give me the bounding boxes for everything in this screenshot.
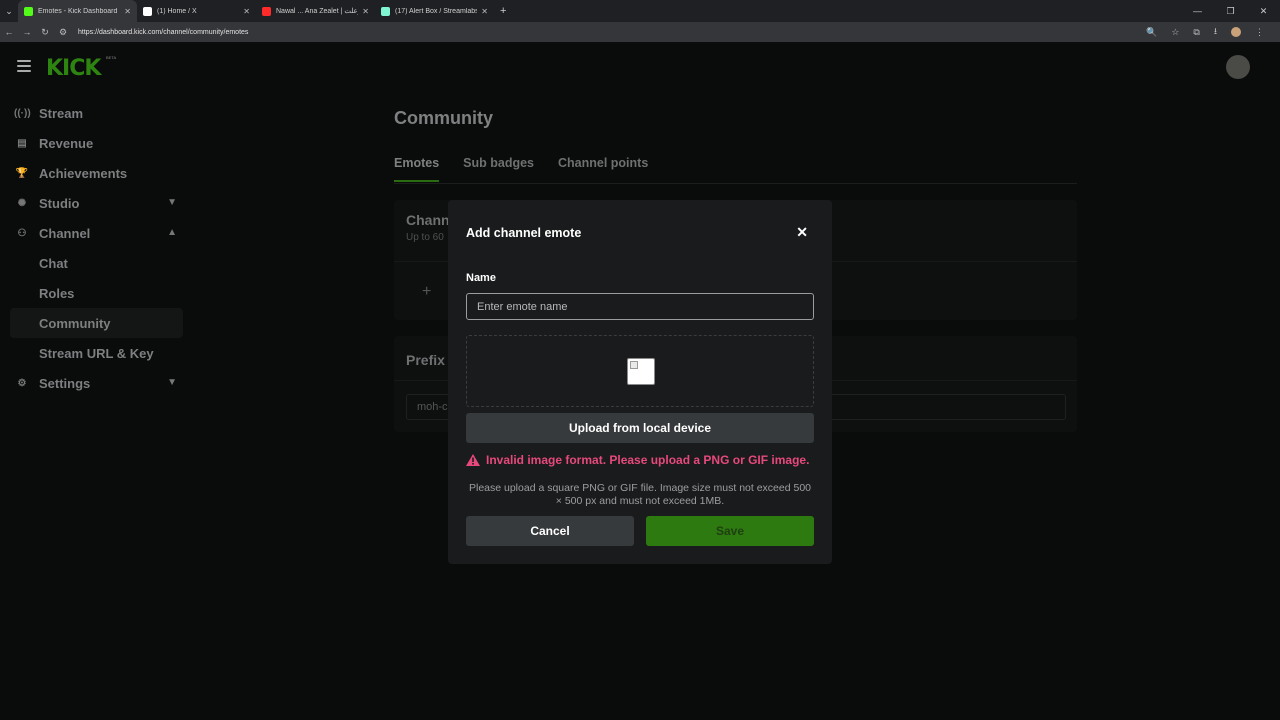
sidebar-item-label: Channel [39, 225, 91, 241]
community-tabs: Emotes Sub badges Channel points [394, 156, 648, 182]
sidebar-item-label: Achievements [39, 165, 128, 181]
extensions-icon[interactable]: ⧉ [1193, 27, 1199, 38]
sidebar-item-chat[interactable]: Chat [10, 248, 183, 278]
beta-badge: BETA [106, 55, 117, 60]
window-controls: — ❐ ✕ [1181, 0, 1280, 22]
tab-sub-badges[interactable]: Sub badges [463, 156, 534, 182]
studio-icon: ✺ [17, 197, 27, 209]
card-heading: Prefix [406, 352, 445, 368]
minimize-icon[interactable]: — [1181, 6, 1214, 16]
sidebar-item-achievements[interactable]: 🏆 Achievements [10, 158, 183, 188]
hamburger-menu-icon[interactable] [17, 60, 31, 72]
sidebar-item-channel[interactable]: ⚇ Channel ▲ [10, 218, 183, 248]
sidebar-item-label: Chat [39, 255, 68, 271]
browser-menu-icon[interactable]: ⋮ [1255, 27, 1264, 38]
bookmark-star-icon[interactable]: ☆ [1171, 27, 1179, 38]
broken-image-icon [627, 358, 655, 385]
download-icon[interactable]: ⭳ [1214, 24, 1217, 40]
sidebar-item-label: Revenue [39, 135, 94, 151]
x-favicon-icon [143, 6, 152, 16]
reload-icon[interactable]: ↻ [36, 27, 54, 38]
sidebar-item-label: Community [39, 315, 111, 331]
close-icon[interactable]: ✕ [796, 224, 808, 241]
channel-icon: ⚇ [17, 227, 27, 239]
address-bar-row: ← → ↻ ⚙ https://dashboard.kick.com/chann… [0, 22, 1280, 42]
tab-channel-points[interactable]: Channel points [558, 156, 648, 182]
new-tab-icon[interactable]: + [500, 5, 506, 17]
gear-icon: ⚙ [17, 377, 27, 389]
sidebar-item-label: Roles [39, 285, 75, 301]
name-label: Name [466, 272, 496, 284]
add-emote-modal: Add channel emote ✕ Name Upload from loc… [448, 200, 832, 564]
error-message: Invalid image format. Please upload a PN… [466, 453, 809, 467]
sidebar-item-label: Stream URL & Key [39, 345, 154, 361]
site-info-icon[interactable]: ⚙ [54, 27, 72, 38]
error-text: Invalid image format. Please upload a PN… [486, 453, 810, 467]
cancel-button[interactable]: Cancel [466, 516, 634, 546]
sidebar-item-revenue[interactable]: ▤ Revenue [10, 128, 183, 158]
tab-title: (1) Home / X [157, 7, 197, 15]
user-avatar[interactable] [1226, 55, 1250, 79]
streamlabs-favicon-icon [381, 6, 390, 16]
tabs-divider [394, 183, 1077, 184]
upload-button[interactable]: Upload from local device [466, 413, 814, 443]
tab-title: (17) Alert Box / Streamlabs [395, 7, 478, 15]
tab-emotes[interactable]: Emotes [394, 156, 440, 182]
tab-close-icon[interactable]: ✕ [481, 7, 488, 16]
add-emote-plus-icon[interactable]: + [422, 283, 431, 301]
warning-icon [466, 454, 480, 466]
browser-tab[interactable]: (17) Alert Box / Streamlabs ✕ [375, 0, 494, 22]
sidebar-item-community[interactable]: Community [10, 308, 183, 338]
restore-icon[interactable]: ❐ [1214, 6, 1247, 17]
tab-close-icon[interactable]: ✕ [243, 7, 250, 16]
tab-search-icon[interactable]: ⌄ [0, 0, 18, 22]
sidebar: ((·)) Stream ▤ Revenue 🏆 Achievements ✺ … [10, 98, 183, 398]
sidebar-item-label: Studio [39, 195, 80, 211]
sidebar-item-label: Settings [39, 375, 91, 391]
kick-logo[interactable]: KICK [46, 56, 101, 81]
modal-title: Add channel emote [466, 226, 582, 240]
url-field[interactable]: https://dashboard.kick.com/channel/commu… [78, 29, 1146, 36]
save-button[interactable]: Save [646, 516, 814, 546]
address-bar-actions: 🔍 ☆ ⧉ ⭳ ⋮ [1146, 24, 1264, 40]
kick-dashboard: KICK BETA ((·)) Stream ▤ Revenue 🏆 Achie… [0, 43, 1280, 720]
kick-favicon-icon [24, 6, 33, 16]
chevron-down-icon: ▼ [167, 377, 177, 388]
help-text: Please upload a square PNG or GIF file. … [468, 482, 811, 507]
tab-title: Nawal ... Ana Zealet | انا زعلت ... [276, 8, 358, 15]
browser-tab[interactable]: Emotes - Kick Dashboard ✕ [18, 0, 137, 22]
sidebar-item-studio[interactable]: ✺ Studio ▼ [10, 188, 183, 218]
browser-tab[interactable]: Nawal ... Ana Zealet | انا زعلت ... ✕ [256, 0, 375, 22]
browser-profile-avatar[interactable] [1231, 27, 1241, 37]
image-drop-zone[interactable] [466, 335, 814, 407]
zoom-icon[interactable]: 🔍 [1146, 27, 1157, 38]
sidebar-item-stream[interactable]: ((·)) Stream [10, 98, 183, 128]
emote-name-input[interactable] [466, 293, 814, 320]
sidebar-item-settings[interactable]: ⚙ Settings ▼ [10, 368, 183, 398]
sidebar-item-roles[interactable]: Roles [10, 278, 183, 308]
trophy-icon: 🏆 [15, 167, 29, 179]
browser-tabbar: ⌄ Emotes - Kick Dashboard ✕ (1) Home / X… [0, 0, 1280, 22]
page-title: Community [394, 108, 493, 128]
tab-close-icon[interactable]: ✕ [362, 7, 369, 16]
sidebar-item-label: Stream [39, 105, 84, 121]
sidebar-item-stream-url-key[interactable]: Stream URL & Key [10, 338, 183, 368]
tab-title: Emotes - Kick Dashboard [38, 7, 118, 15]
forward-icon[interactable]: → [18, 27, 36, 37]
tab-close-icon[interactable]: ✕ [124, 7, 131, 16]
broadcast-icon: ((·)) [14, 107, 31, 119]
chart-icon: ▤ [17, 137, 27, 149]
chevron-up-icon: ▲ [167, 227, 177, 238]
youtube-favicon-icon [262, 6, 271, 16]
back-icon[interactable]: ← [0, 27, 18, 37]
close-window-icon[interactable]: ✕ [1247, 6, 1280, 17]
browser-tab[interactable]: (1) Home / X ✕ [137, 0, 256, 22]
chevron-down-icon: ▼ [167, 197, 177, 208]
